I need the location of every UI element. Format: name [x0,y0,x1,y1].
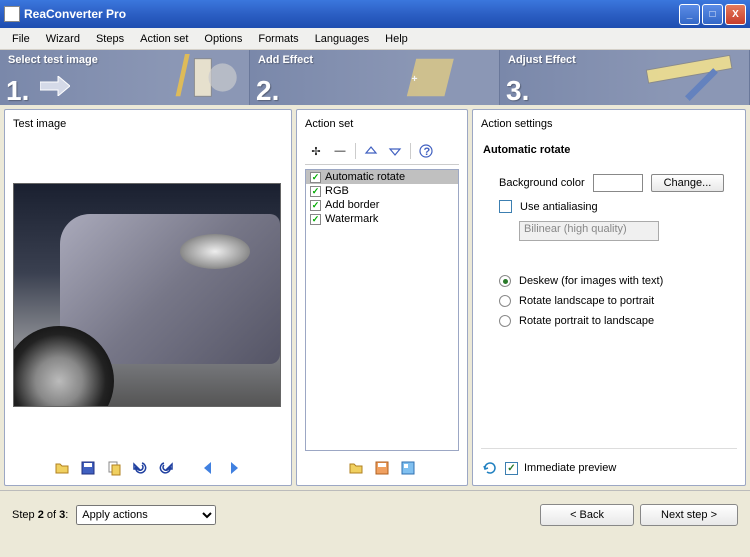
decoration-brush: + [375,54,495,101]
panel3-title: Action settings [481,118,737,130]
panel-test-image: Test image [4,109,292,486]
footer: Step 2 of 3: Apply actions < Back Next s… [0,490,750,538]
step-3-banner: Adjust Effect 3. [500,50,750,105]
menubar: File Wizard Steps Action set Options For… [0,28,750,50]
radio-deskew-label: Deskew (for images with text) [519,275,663,287]
next-icon[interactable] [225,459,243,477]
immediate-preview-label: Immediate preview [524,462,616,474]
panel2-title: Action set [305,118,459,130]
close-button[interactable]: X [725,4,746,25]
back-button[interactable]: < Back [540,504,634,526]
radio-landscape-to-portrait[interactable] [499,295,511,307]
menu-languages[interactable]: Languages [307,30,377,48]
main-row: Test image Action set ✢ — [0,105,750,490]
action-toolbar: ✢ — ? [305,138,459,165]
actionset-open-icon[interactable] [347,459,365,477]
menu-steps[interactable]: Steps [88,30,132,48]
action-list[interactable]: Automatic rotate RGB Add border Watermar… [305,169,459,451]
titlebar: ReaConverter Pro _ □ X [0,0,750,28]
antialiasing-label: Use antialiasing [520,201,598,213]
step-2-banner: Add Effect 2. + [250,50,500,105]
window-title: ReaConverter Pro [24,7,679,21]
svg-text:+: + [412,74,418,85]
menu-formats[interactable]: Formats [250,30,306,48]
help-icon[interactable]: ? [417,142,435,160]
settings-heading: Automatic rotate [483,144,737,156]
checkbox-icon[interactable] [310,200,321,211]
add-action-icon[interactable]: ✢ [307,142,325,160]
menu-action-set[interactable]: Action set [132,30,196,48]
refresh-preview-icon[interactable] [481,459,499,477]
list-item-label: RGB [325,185,349,197]
open-icon[interactable] [53,459,71,477]
interpolation-select: Bilinear (high quality) [519,221,659,241]
immediate-preview-checkbox[interactable] [505,462,518,475]
preview-row: Immediate preview [481,448,737,477]
undo-icon[interactable] [131,459,149,477]
step-2-number: 2. [256,75,279,105]
panel-action-set: Action set ✢ — ? Automatic rotate RGB Ad… [296,109,468,486]
decoration-ruler [625,54,745,101]
step-header: Select test image 1. Add Effect 2. + Adj… [0,50,750,105]
step-indicator: Step 2 of 3: [12,509,68,521]
actionset-save-icon[interactable] [373,459,391,477]
prev-icon[interactable] [199,459,217,477]
list-item-label: Automatic rotate [325,171,405,183]
checkbox-icon[interactable] [310,186,321,197]
list-item[interactable]: Watermark [306,212,458,226]
actionset-preset-icon[interactable] [399,459,417,477]
checkbox-icon[interactable] [310,172,321,183]
redo-icon[interactable] [157,459,175,477]
move-up-icon[interactable] [362,142,380,160]
arrow-icon [40,76,70,96]
decoration-pencils [125,54,245,101]
list-item-label: Add border [325,199,379,211]
list-item-label: Watermark [325,213,378,225]
actionset-toolbar [305,451,459,477]
step-1-number: 1. [6,75,29,105]
app-icon [4,6,20,22]
step-3-number: 3. [506,75,529,105]
step-1-banner: Select test image 1. [0,50,250,105]
radio-deskew[interactable] [499,275,511,287]
move-down-icon[interactable] [386,142,404,160]
menu-help[interactable]: Help [377,30,416,48]
menu-options[interactable]: Options [196,30,250,48]
antialiasing-checkbox[interactable] [499,200,512,213]
panel1-title: Test image [13,118,283,130]
checkbox-icon[interactable] [310,214,321,225]
svg-text:?: ? [424,146,431,158]
save-icon[interactable] [79,459,97,477]
copy-icon[interactable] [105,459,123,477]
minimize-button[interactable]: _ [679,4,700,25]
menu-file[interactable]: File [4,30,38,48]
list-item[interactable]: Automatic rotate [306,170,458,184]
panel-action-settings: Action settings Automatic rotate Backgro… [472,109,746,486]
radio-ptol-label: Rotate portrait to landscape [519,315,654,327]
maximize-button[interactable]: □ [702,4,723,25]
remove-action-icon[interactable]: — [331,142,349,160]
image-toolbar [13,451,283,477]
list-item[interactable]: Add border [306,198,458,212]
bg-color-label: Background color [499,177,585,189]
radio-portrait-to-landscape[interactable] [499,315,511,327]
radio-ltop-label: Rotate landscape to portrait [519,295,654,307]
bg-color-well[interactable] [593,174,643,192]
test-image-preview [13,183,281,407]
list-item[interactable]: RGB [306,184,458,198]
next-button[interactable]: Next step > [640,504,738,526]
step-select[interactable]: Apply actions [76,505,216,525]
menu-wizard[interactable]: Wizard [38,30,88,48]
change-color-button[interactable]: Change... [651,174,725,192]
